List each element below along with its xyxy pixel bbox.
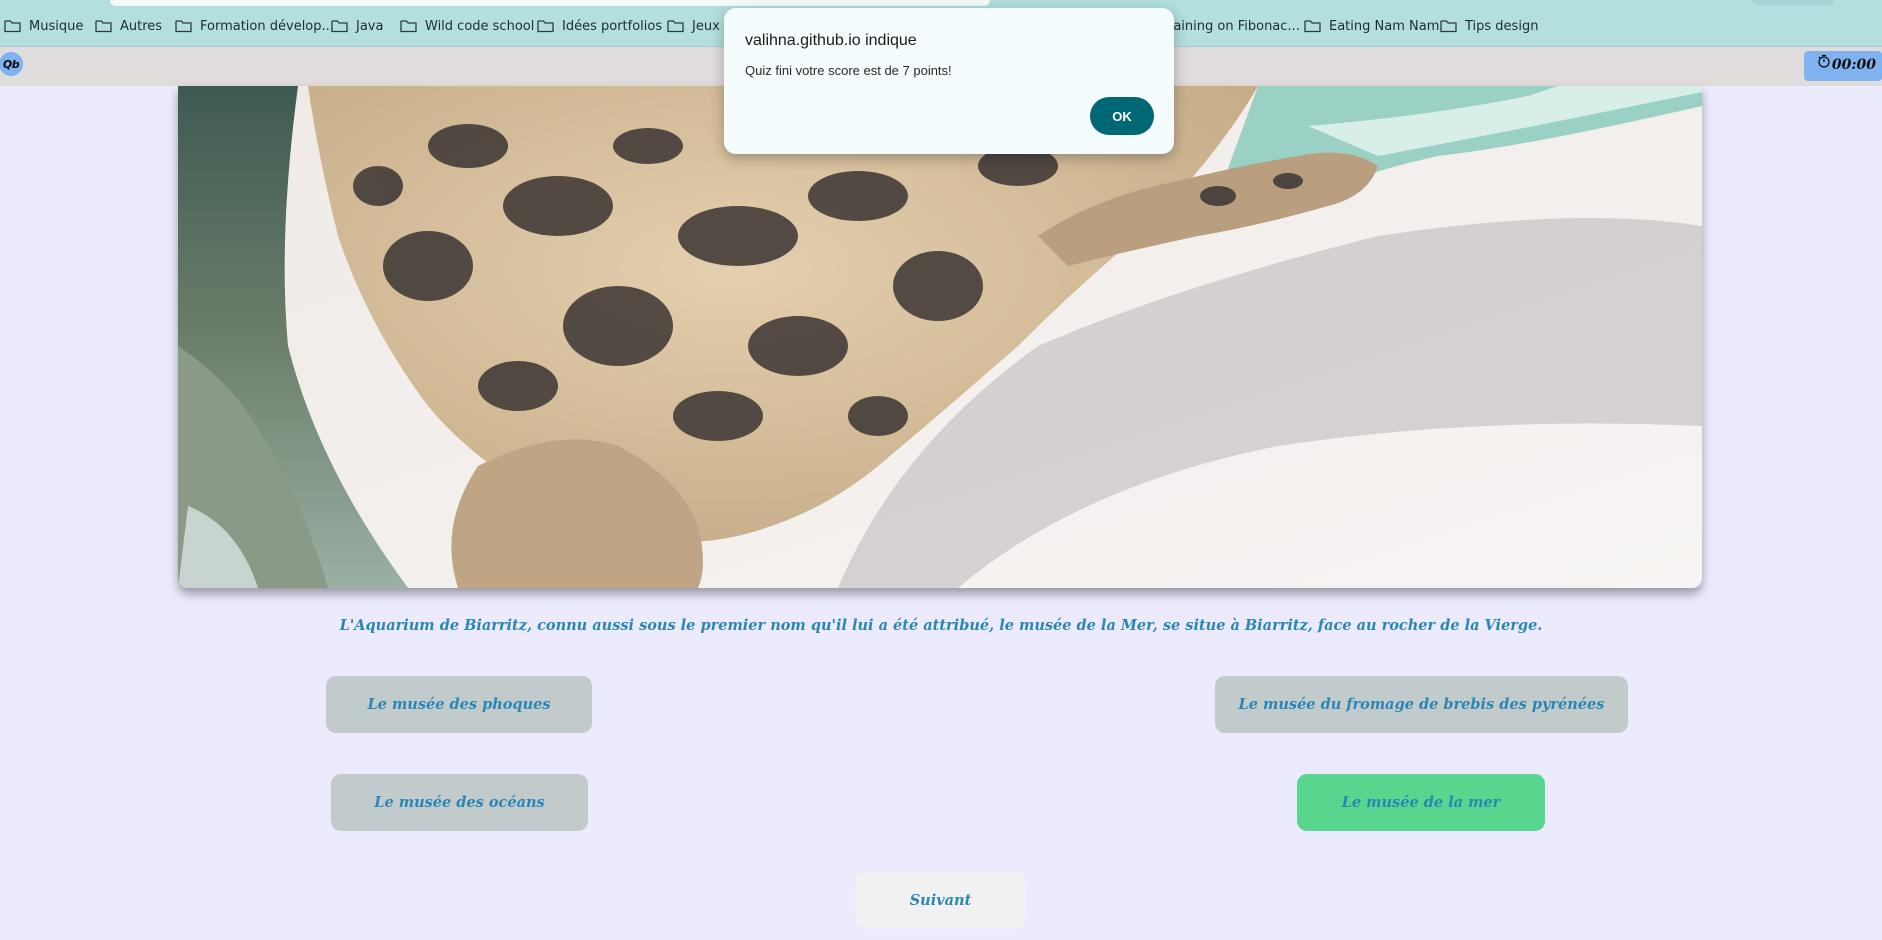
bookmark-musique[interactable]: Musique [4, 16, 83, 36]
bookmark-formation[interactable]: Formation dévelop... [175, 16, 334, 36]
answer-button-mer[interactable]: Le musée de la mer [1297, 774, 1545, 831]
bookmark-wild-code-school[interactable]: Wild code school [400, 16, 534, 36]
bookmark-label: raining on Fibonac... [1168, 18, 1300, 34]
timer: 00:00 [1804, 51, 1882, 81]
bookmark-label: Formation dévelop... [200, 18, 334, 34]
bookmark-label: Musique [29, 18, 84, 34]
answer-button-phoques[interactable]: Le musée des phoques [326, 676, 592, 733]
bookmark-label: Java [356, 18, 384, 34]
bookmark-label: Eating Nam Nam [1329, 18, 1440, 34]
bookmark-idees-portfolios[interactable]: Idées portfolios [537, 16, 662, 36]
folder-icon [4, 19, 21, 33]
bookmark-label: Wild code school [425, 18, 535, 34]
stopwatch-icon [1817, 53, 1831, 68]
bookmark-autres[interactable]: Autres [95, 16, 162, 36]
quiz-logo[interactable]: Qb [0, 52, 23, 76]
bookmark-jeux[interactable]: Jeux à [667, 16, 732, 36]
answer-button-fromage[interactable]: Le musée du fromage de brebis des pyréné… [1215, 676, 1628, 733]
bookmark-fibonacci[interactable]: raining on Fibonac... [1168, 16, 1300, 36]
folder-icon [95, 19, 112, 33]
next-button[interactable]: Suivant [855, 872, 1026, 929]
bookmark-java[interactable]: Java [331, 16, 383, 36]
address-bar-edge[interactable] [110, 0, 990, 6]
bookmark-label: Autres [120, 18, 163, 34]
timer-value: 00:00 [1831, 57, 1876, 73]
folder-icon [1304, 19, 1321, 33]
folder-icon [175, 19, 192, 33]
question-caption: L'Aquarium de Biarritz, connu aussi sous… [339, 617, 1543, 634]
quiz-image [178, 86, 1702, 588]
folder-icon [331, 19, 348, 33]
dialog-message: Quiz fini votre score est de 7 points! [745, 63, 952, 78]
bookmark-eating-nam-nam[interactable]: Eating Nam Nam [1304, 16, 1439, 36]
bookmark-tips-design[interactable]: Tips design [1440, 16, 1538, 36]
answer-button-oceans[interactable]: Le musée des océans [331, 774, 588, 831]
alert-dialog: valihna.github.io indique Quiz fini votr… [724, 8, 1174, 154]
folder-icon [667, 19, 684, 33]
folder-icon [1440, 19, 1457, 33]
bookmark-label: Tips design [1465, 18, 1539, 34]
toolbar-button-edge[interactable] [1752, 0, 1834, 5]
folder-icon [400, 19, 417, 33]
seal-image [178, 86, 1702, 588]
bookmark-label: Idées portfolios [562, 18, 663, 34]
folder-icon [537, 19, 554, 33]
dialog-title: valihna.github.io indique [745, 32, 917, 49]
ok-button[interactable]: OK [1090, 97, 1154, 135]
